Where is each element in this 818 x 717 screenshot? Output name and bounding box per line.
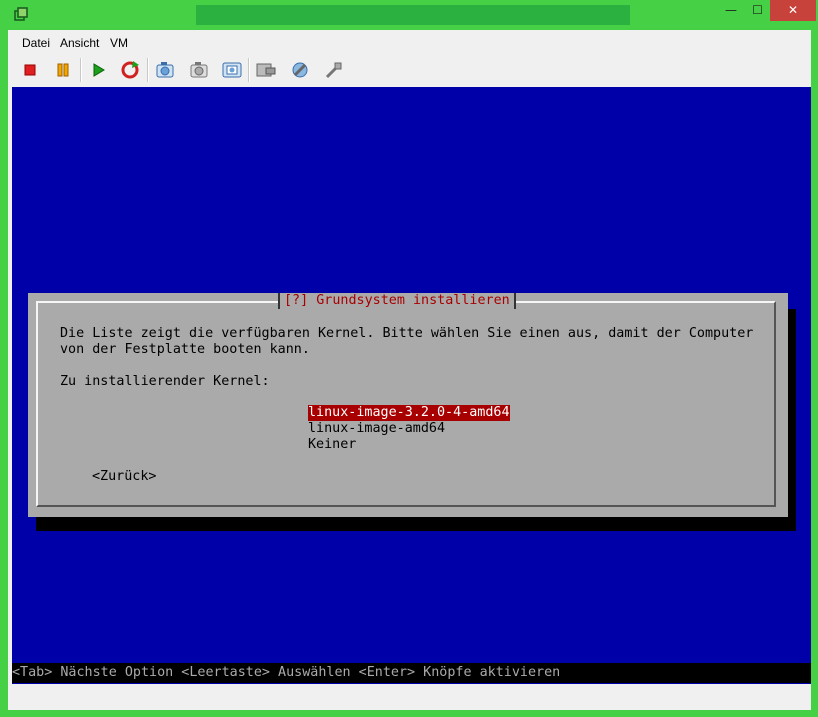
- description-line-2: von der Festplatte booten kann.: [60, 342, 310, 357]
- kernel-prompt: Zu installierender Kernel:: [60, 374, 270, 389]
- client-area: Datei Ansicht VM [?] Grundsystem install…: [8, 30, 811, 710]
- kernel-option-selected[interactable]: linux-image-3.2.0-4-amd64: [308, 405, 510, 421]
- toolbar-separator: [80, 58, 82, 82]
- toolbar: [8, 54, 811, 86]
- send-keys-icon[interactable]: [254, 58, 278, 82]
- close-button[interactable]: ✕: [770, 0, 816, 21]
- kernel-option[interactable]: Keiner: [308, 437, 356, 453]
- reset-icon[interactable]: [118, 58, 142, 82]
- tools-icon[interactable]: [322, 58, 346, 82]
- toolbar-separator: [147, 58, 149, 82]
- dialog-title-box: [?] Grundsystem installieren: [278, 293, 516, 309]
- back-button[interactable]: <Zurück>: [92, 469, 157, 485]
- minimize-button[interactable]: —: [717, 0, 745, 21]
- key-hint-text: <Tab> Nächste Option <Leertaste> Auswähl…: [12, 665, 561, 680]
- pause-icon[interactable]: [51, 58, 75, 82]
- installer-dialog: [?] Grundsystem installieren Die Liste z…: [28, 293, 788, 517]
- menu-vm[interactable]: VM: [110, 36, 128, 50]
- kernel-option[interactable]: linux-image-amd64: [308, 421, 445, 437]
- vm-display[interactable]: [?] Grundsystem installieren Die Liste z…: [12, 87, 811, 684]
- toolbar-separator: [248, 58, 250, 82]
- title-bar[interactable]: — ☐ ✕: [0, 0, 818, 30]
- vm-window: — ☐ ✕ Datei Ansicht VM [?] Grundsystem i…: [0, 0, 818, 717]
- window-title: [196, 5, 630, 25]
- play-icon[interactable]: [86, 58, 110, 82]
- manage-snapshots-icon[interactable]: [220, 58, 244, 82]
- menu-bar: Datei Ansicht VM: [8, 32, 811, 54]
- menu-file[interactable]: Datei: [22, 36, 50, 50]
- description-line-1: Die Liste zeigt die verfügbaren Kernel. …: [60, 326, 754, 341]
- stop-icon[interactable]: [18, 58, 42, 82]
- snapshot-icon[interactable]: [153, 58, 177, 82]
- settings-icon[interactable]: [288, 58, 312, 82]
- dialog-title: [?] Grundsystem installieren: [284, 293, 510, 308]
- revert-snapshot-icon[interactable]: [187, 58, 211, 82]
- virtualbox-app-icon[interactable]: [12, 6, 30, 24]
- maximize-button[interactable]: ☐: [745, 0, 770, 21]
- key-hint-bar: <Tab> Nächste Option <Leertaste> Auswähl…: [12, 663, 811, 683]
- menu-view[interactable]: Ansicht: [60, 36, 99, 50]
- status-bar: [8, 686, 811, 710]
